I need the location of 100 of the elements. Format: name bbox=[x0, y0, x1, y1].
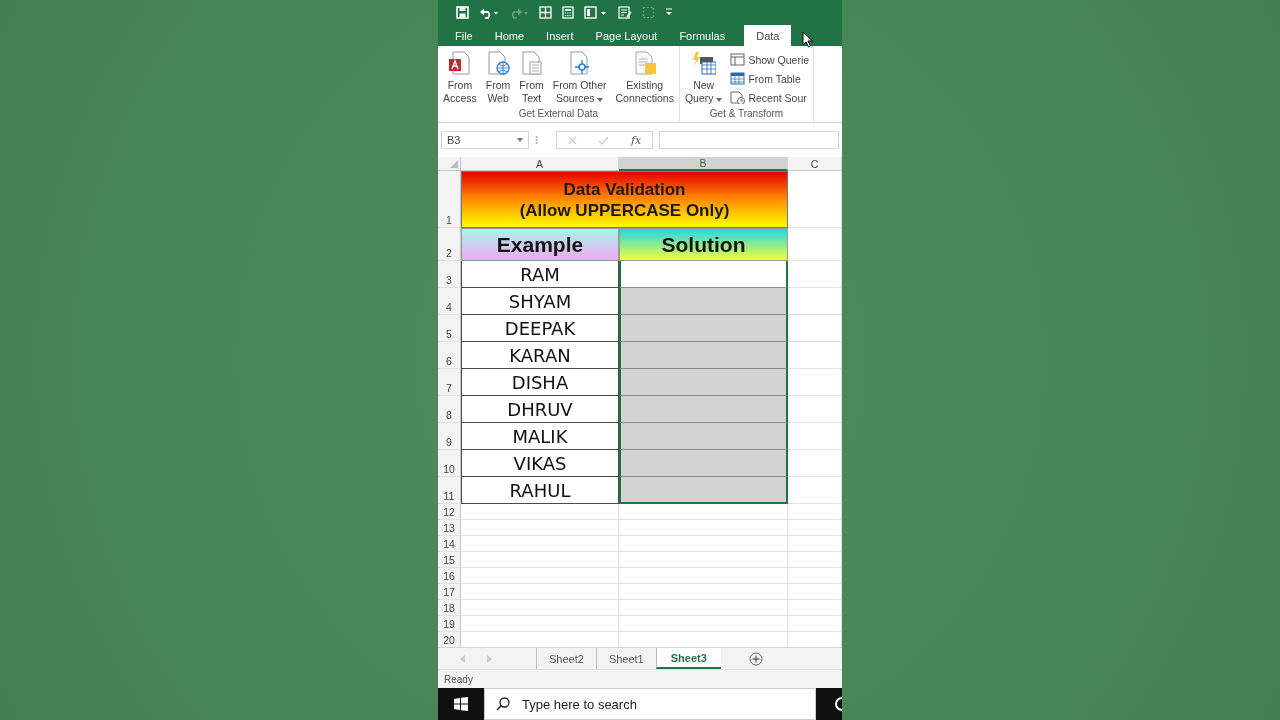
row-header[interactable]: 14 bbox=[438, 536, 461, 552]
lightning-table-icon bbox=[691, 51, 716, 75]
cancel-icon[interactable] bbox=[567, 135, 577, 145]
ribbon-tab[interactable]: Formulas bbox=[668, 26, 737, 46]
group-label: Get & Transform bbox=[708, 108, 785, 121]
save-icon[interactable] bbox=[456, 5, 469, 19]
row-header[interactable]: 13 bbox=[438, 520, 461, 536]
column-header[interactable]: C bbox=[788, 157, 842, 171]
row-header[interactable]: 10 bbox=[438, 450, 461, 477]
row-header[interactable]: 20 bbox=[438, 632, 461, 647]
title-cell: Data Validation (Allow UPPERCASE Only) bbox=[461, 171, 788, 228]
row-header[interactable]: 2 bbox=[438, 228, 461, 261]
windows-icon[interactable] bbox=[454, 697, 468, 711]
empty-cell[interactable] bbox=[788, 584, 842, 600]
status-text: Ready bbox=[444, 673, 473, 685]
row-header[interactable]: 9 bbox=[438, 423, 461, 450]
layout-icon[interactable] bbox=[584, 5, 608, 19]
select-all-icon[interactable] bbox=[450, 160, 458, 168]
empty-cell[interactable] bbox=[788, 568, 842, 584]
formula-field[interactable] bbox=[659, 131, 839, 149]
ribbon-tab[interactable]: Home bbox=[483, 26, 536, 46]
empty-cell[interactable] bbox=[619, 600, 788, 616]
selected-cell[interactable] bbox=[619, 396, 788, 423]
grid-icon[interactable] bbox=[539, 5, 552, 19]
check-icon[interactable] bbox=[598, 135, 610, 145]
calculator-icon[interactable] bbox=[562, 5, 574, 19]
add-sheet-icon[interactable] bbox=[748, 651, 763, 666]
ribbon-tab[interactable]: Page Layout bbox=[584, 26, 669, 46]
selected-cell[interactable] bbox=[619, 315, 788, 342]
selected-cell[interactable] bbox=[619, 423, 788, 450]
empty-cell[interactable] bbox=[619, 584, 788, 600]
empty-cell[interactable] bbox=[619, 536, 788, 552]
database-document-icon bbox=[447, 51, 472, 75]
ribbon-tab[interactable]: Insert bbox=[535, 26, 585, 46]
left-arrow-icon[interactable] bbox=[460, 654, 465, 663]
globe-document-icon bbox=[486, 51, 511, 75]
ribbon-tab[interactable]: File bbox=[444, 26, 484, 46]
sheet-tab[interactable]: Sheet3 bbox=[655, 648, 721, 669]
row-header[interactable]: 6 bbox=[438, 342, 461, 369]
insert-function-button[interactable]: fx bbox=[630, 133, 642, 147]
dashed-box-icon[interactable] bbox=[642, 5, 655, 19]
row-header[interactable]: 1 bbox=[438, 171, 461, 228]
selected-cell[interactable] bbox=[619, 342, 788, 369]
ribbon-button[interactable]: From Access bbox=[440, 51, 480, 108]
row-header[interactable]: 16 bbox=[438, 568, 461, 584]
form-icon[interactable] bbox=[618, 5, 632, 19]
row-header[interactable]: 18 bbox=[438, 600, 461, 616]
ribbon-button[interactable]: From Other Sources bbox=[549, 51, 610, 108]
selected-cell[interactable] bbox=[619, 450, 788, 477]
row-header[interactable]: 7 bbox=[438, 369, 461, 396]
text-document-icon bbox=[519, 51, 544, 75]
clock-document-icon bbox=[730, 91, 746, 104]
name-box[interactable]: B3 bbox=[441, 131, 529, 149]
header-cell: Solution bbox=[619, 228, 788, 261]
row-header[interactable]: 15 bbox=[438, 552, 461, 568]
row-header[interactable]: 12 bbox=[438, 504, 461, 520]
ribbon-button[interactable]: Recent Sour bbox=[728, 89, 812, 106]
panel-icon bbox=[730, 53, 746, 66]
folder-document-icon bbox=[632, 51, 657, 75]
empty-cell[interactable] bbox=[788, 536, 842, 552]
search-icon bbox=[496, 697, 510, 711]
empty-cell[interactable] bbox=[619, 552, 788, 568]
empty-cell[interactable] bbox=[619, 616, 788, 632]
row-header[interactable]: 8 bbox=[438, 396, 461, 423]
selected-cell[interactable] bbox=[619, 288, 788, 315]
ribbon-button[interactable]: From Table bbox=[728, 70, 812, 87]
right-arrow-icon[interactable] bbox=[487, 654, 492, 663]
empty-cell[interactable] bbox=[788, 520, 842, 536]
empty-cell[interactable] bbox=[619, 504, 788, 520]
caret-icon bbox=[597, 98, 604, 102]
ribbon-button[interactable]: New Query bbox=[681, 51, 726, 108]
dots-icon bbox=[535, 135, 538, 145]
empty-cell[interactable] bbox=[788, 600, 842, 616]
group-label: Get External Data bbox=[517, 108, 600, 121]
ribbon-button[interactable]: From Text bbox=[516, 51, 547, 108]
ribbon-button[interactable]: From Web bbox=[482, 51, 514, 108]
empty-cell[interactable] bbox=[619, 568, 788, 584]
selected-cell[interactable] bbox=[619, 477, 788, 504]
table-icon bbox=[730, 72, 746, 85]
empty-cell[interactable] bbox=[788, 616, 842, 632]
empty-cell[interactable] bbox=[788, 504, 842, 520]
caret-icon bbox=[517, 138, 523, 142]
row-header[interactable]: 4 bbox=[438, 288, 461, 315]
row-header[interactable]: 17 bbox=[438, 584, 461, 600]
header-cell: Example bbox=[461, 228, 619, 261]
ribbon-button[interactable]: Existing Connections bbox=[612, 51, 677, 108]
selected-cell[interactable] bbox=[619, 369, 788, 396]
empty-cell[interactable] bbox=[619, 520, 788, 536]
row-header[interactable]: 3 bbox=[438, 261, 461, 288]
customize-caret-icon[interactable] bbox=[665, 7, 673, 17]
row-header[interactable]: 19 bbox=[438, 616, 461, 632]
search-field[interactable]: Type here to search bbox=[484, 688, 816, 720]
row-header[interactable]: 11 bbox=[438, 477, 461, 504]
ribbon-button[interactable]: Show Querie bbox=[728, 51, 812, 68]
ribbon-tab[interactable]: Data bbox=[744, 25, 792, 46]
row-header[interactable]: 5 bbox=[438, 315, 461, 342]
column-header[interactable]: B bbox=[619, 157, 788, 171]
empty-cell[interactable] bbox=[788, 552, 842, 568]
active-cell[interactable] bbox=[619, 261, 788, 288]
column-header[interactable]: A bbox=[461, 157, 619, 171]
